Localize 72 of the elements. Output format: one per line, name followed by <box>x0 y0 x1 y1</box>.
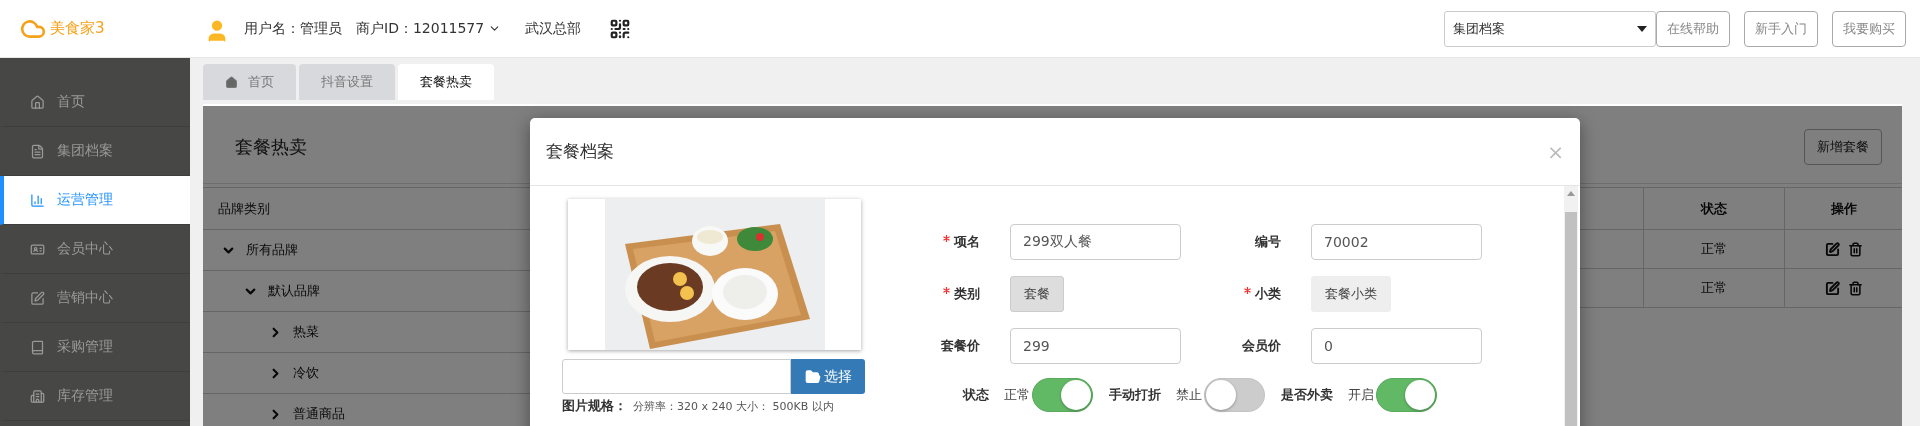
switch-state-text: 禁止 <box>1176 386 1202 404</box>
tab[interactable]: 首页 <box>203 64 296 100</box>
tab[interactable]: 抖音设置 <box>299 64 395 100</box>
header-button[interactable]: 在线帮助 <box>1656 10 1730 47</box>
tree-item[interactable]: 普通商品 <box>293 405 345 423</box>
page-title: 套餐热卖 <box>235 134 307 159</box>
toggle-switch[interactable] <box>1376 378 1437 412</box>
sidebar-item[interactable]: 会员中心 <box>0 225 190 274</box>
file-path-field[interactable] <box>562 359 791 394</box>
switch-state-text: 正常 <box>1004 386 1030 404</box>
pen-square-icon <box>30 290 45 306</box>
required-asterisk-icon <box>943 235 950 242</box>
image-spec-text: 分辨率：320 x 240 大小： 500KB 以内 <box>633 398 834 414</box>
choose-file-button[interactable]: 选择 <box>791 359 865 394</box>
store-name: 武汉总部 <box>525 19 582 38</box>
merchant-id-dropdown[interactable]: 商户ID：12011577 <box>356 19 502 38</box>
sidebar-item[interactable]: 库存管理 <box>0 372 190 421</box>
trash-icon[interactable] <box>1847 280 1863 296</box>
sidebar-item[interactable]: 运营管理 <box>0 176 190 225</box>
field-label: 项名 <box>910 233 980 251</box>
tree-item[interactable]: 所有品牌 <box>246 241 298 259</box>
field-label: 编号 <box>1254 233 1281 251</box>
category-chip[interactable]: 套餐小类 <box>1311 276 1391 312</box>
edit-icon[interactable] <box>1824 241 1840 257</box>
sidebar-item[interactable]: 首页 <box>0 78 190 127</box>
archive-select[interactable]: 集团档案 <box>1444 10 1656 47</box>
caret-icon <box>1637 25 1647 32</box>
tab[interactable]: 套餐热卖 <box>398 64 494 100</box>
switch-state-text: 开启 <box>1348 386 1374 404</box>
text-field[interactable]: 299 <box>1010 328 1181 364</box>
category-chip[interactable]: 套餐 <box>1010 276 1064 312</box>
column-header: 操作 <box>1784 188 1902 229</box>
field-label: 类别 <box>910 285 980 303</box>
header-button[interactable]: 我要购买 <box>1832 10 1906 47</box>
toggle-switch[interactable] <box>1032 378 1093 412</box>
switch-label: 状态 <box>963 386 989 404</box>
tree-item[interactable]: 冷饮 <box>293 364 319 382</box>
username-text: 用户名：管理员 <box>244 19 342 38</box>
table-cell: 正常 <box>1643 230 1784 268</box>
id-card-icon <box>30 241 45 257</box>
home-icon <box>225 75 238 89</box>
sidebar-item[interactable]: 营销中心 <box>0 274 190 323</box>
book-icon <box>30 339 45 355</box>
sidebar-item[interactable]: 采购管理 <box>0 323 190 372</box>
text-field[interactable]: 299双人餐 <box>1010 224 1181 260</box>
modal-title: 套餐档案 <box>546 140 614 163</box>
bar-chart-icon <box>30 192 45 208</box>
text-field[interactable]: 0 <box>1311 328 1482 364</box>
folder-icon <box>804 368 821 385</box>
field-label: 小类 <box>1211 285 1281 303</box>
logo-text: 美食家3 <box>50 19 105 38</box>
header-button[interactable]: 新手入门 <box>1744 10 1818 47</box>
qr-code-icon[interactable] <box>609 17 632 40</box>
switch-label: 手动打折 <box>1109 386 1161 404</box>
tree-item[interactable]: 热菜 <box>293 323 319 341</box>
required-asterisk-icon <box>1244 287 1251 294</box>
text-field[interactable]: 70002 <box>1311 224 1482 260</box>
toggle-switch[interactable] <box>1204 378 1265 412</box>
column-header: 状态 <box>1643 188 1784 229</box>
tree-item[interactable]: 默认品牌 <box>268 282 320 300</box>
document-icon <box>30 143 45 159</box>
add-package-button[interactable]: 新增套餐 <box>1804 128 1882 165</box>
trash-icon[interactable] <box>1847 241 1863 257</box>
field-label: 会员价 <box>1241 337 1281 355</box>
switch-label: 是否外卖 <box>1281 386 1333 404</box>
home-icon <box>30 94 45 110</box>
building-icon <box>30 388 45 404</box>
image-spec-label: 图片规格： <box>562 397 627 415</box>
required-asterisk-icon <box>943 287 950 294</box>
edit-icon[interactable] <box>1824 280 1840 296</box>
field-label: 套餐价 <box>940 337 980 355</box>
table-cell: 正常 <box>1643 269 1784 307</box>
